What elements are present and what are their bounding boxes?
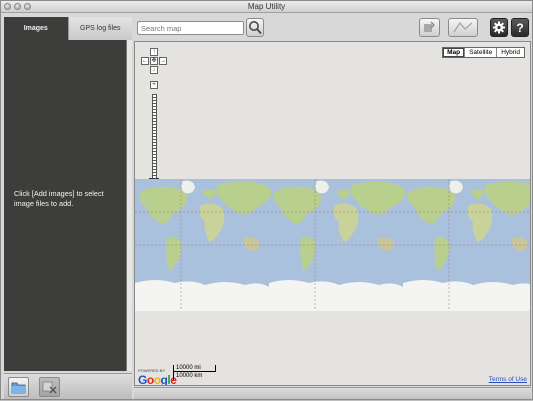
world-map-tiles bbox=[135, 179, 530, 311]
map-status-bar bbox=[134, 387, 531, 399]
map-type-map[interactable]: Map bbox=[443, 48, 465, 57]
pin-icon bbox=[424, 21, 435, 32]
empty-message: Click [Add images] to select image files… bbox=[14, 189, 104, 208]
track-button[interactable] bbox=[448, 18, 478, 37]
scale-miles: 10000 mi bbox=[173, 365, 216, 372]
terms-of-use-link[interactable]: Terms of Use bbox=[489, 376, 527, 383]
zoom-slider[interactable] bbox=[152, 94, 157, 182]
zoom-in-button[interactable]: + bbox=[150, 81, 158, 89]
folder-icon bbox=[11, 382, 26, 394]
sidebar-scrollbar[interactable] bbox=[126, 40, 132, 371]
google-wordmark: Google bbox=[138, 373, 177, 386]
pan-up-button[interactable]: ↑ bbox=[150, 48, 158, 56]
gear-icon bbox=[493, 21, 505, 34]
map-view[interactable]: Map Satellite Hybrid ↑ ← ✥ → ↓ + − bbox=[134, 41, 531, 386]
minimize-window-button[interactable] bbox=[14, 3, 21, 10]
pan-down-button[interactable]: ↓ bbox=[150, 66, 158, 74]
map-type-hybrid[interactable]: Hybrid bbox=[496, 48, 524, 57]
search-map-input[interactable] bbox=[137, 21, 244, 35]
window-controls bbox=[4, 3, 31, 10]
pan-center-button[interactable]: ✥ bbox=[150, 57, 158, 65]
map-type-control: Map Satellite Hybrid bbox=[442, 47, 525, 58]
sidebar-bottom-bar bbox=[4, 373, 132, 399]
sidebar: Images GPS log files Click [Add images] … bbox=[4, 17, 132, 371]
svg-text:?: ? bbox=[516, 21, 523, 35]
help-button[interactable]: ? bbox=[511, 18, 529, 37]
sidebar-tabs: Images GPS log files bbox=[4, 17, 132, 40]
window-title: Map Utility bbox=[247, 2, 286, 11]
search-button[interactable] bbox=[246, 18, 264, 37]
google-logo: POWERED BY Google bbox=[138, 368, 177, 386]
add-images-button[interactable] bbox=[8, 377, 29, 397]
tab-gps-log-files[interactable]: GPS log files bbox=[67, 17, 132, 40]
question-icon: ? bbox=[516, 21, 523, 35]
scale-bar: 10000 mi 10000 km bbox=[173, 365, 216, 380]
scale-km: 10000 km bbox=[173, 372, 216, 380]
tab-images[interactable]: Images bbox=[4, 17, 68, 40]
close-window-button[interactable] bbox=[4, 3, 11, 10]
settings-button[interactable] bbox=[490, 18, 508, 37]
map-type-satellite[interactable]: Satellite bbox=[464, 48, 497, 57]
remove-images-button[interactable] bbox=[39, 377, 60, 397]
track-icon bbox=[453, 21, 473, 33]
remove-images-icon bbox=[42, 381, 57, 394]
zoom-window-button[interactable] bbox=[24, 3, 31, 10]
set-location-button[interactable] bbox=[419, 18, 440, 37]
magnifier-icon bbox=[249, 21, 262, 35]
app-window: Map Utility Images GPS log files Click [… bbox=[0, 0, 533, 400]
pan-left-button[interactable]: ← bbox=[141, 57, 149, 65]
title-bar: Map Utility bbox=[1, 1, 532, 13]
pan-right-button[interactable]: → bbox=[159, 57, 167, 65]
